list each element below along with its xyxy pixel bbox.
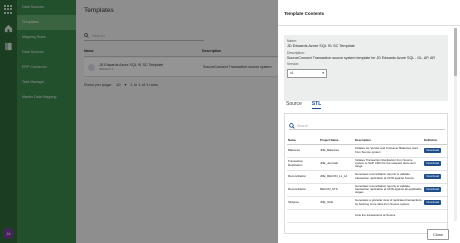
row-description: Generates a granular view of replicated … — [354, 196, 423, 210]
search-icon — [289, 122, 295, 129]
download-button[interactable]: Download — [424, 186, 442, 193]
row-project: RECON_STS — [319, 183, 354, 197]
col-definition: Definition — [423, 136, 447, 145]
col-description: Description — [354, 136, 423, 145]
download-button[interactable]: Download — [424, 147, 442, 154]
row-description: Generates reconciliation reports to vali… — [354, 170, 423, 184]
template-info-panel: Name: JD Edwards Azure SQL 91 SC Templat… — [284, 35, 448, 101]
row-name: Reconciliation — [287, 183, 319, 197]
tab-stl[interactable]: STL — [312, 101, 321, 109]
table-row: Lists the transactions at Source — [287, 209, 447, 223]
row-name: Balances — [287, 144, 319, 158]
version-label: Version: — [287, 61, 300, 66]
close-button[interactable]: Close — [427, 229, 449, 240]
table-row: Reconciliation RECON_STS Generates recon… — [287, 183, 447, 197]
version-select[interactable]: v1 ▾ — [287, 68, 327, 78]
row-project: JDE_Balances — [319, 144, 354, 158]
row-name: Transaction Replication — [287, 157, 319, 171]
tabs: Source STL — [286, 101, 321, 109]
row-description: Generates reconciliation reports to vali… — [354, 183, 423, 197]
contents-card: Search Name Project Name Description Def… — [284, 113, 448, 234]
download-button[interactable]: Download — [424, 160, 442, 167]
row-description: Lists the transactions at Source — [354, 209, 423, 223]
row-project: JDE_Journals — [319, 157, 354, 171]
description-value: SourceConnect Transaction source system … — [287, 56, 436, 60]
download-button[interactable]: Download — [424, 173, 442, 180]
name-value: JD Edwards Azure SQL 91 SC Template — [287, 44, 355, 48]
table-row: Balances JDE_Balances Initiates GL Vendo… — [287, 144, 447, 158]
search-placeholder: Search — [297, 123, 309, 128]
table-row: Slidpose JDE_SCE Generates a granular vi… — [287, 196, 447, 210]
row-name — [287, 209, 319, 223]
table-header-row: Name Project Name Description Definition — [287, 136, 447, 145]
scrollbar[interactable] — [454, 28, 457, 221]
download-button[interactable]: Download — [424, 199, 442, 206]
row-project: JDE_SCE — [319, 196, 354, 210]
row-project — [319, 209, 354, 223]
row-name: Slidpose — [287, 196, 319, 210]
table-row: Transaction Replication JDE_Journals Ini… — [287, 157, 447, 171]
tab-source[interactable]: Source — [286, 101, 302, 109]
table-row: Reconciliation JDE_RECON_L1_L2 Generates… — [287, 170, 447, 184]
contents-search-input[interactable]: Search — [289, 122, 445, 130]
scrollbar-thumb[interactable] — [454, 28, 457, 76]
template-contents-drawer: Template Contents Name: JD Edwards Azure… — [278, 0, 460, 243]
drawer-title: Template Contents — [284, 11, 325, 16]
row-description: Initiates Transaction Replication from S… — [354, 157, 423, 171]
col-name: Name — [287, 136, 319, 145]
divider — [278, 25, 460, 26]
chevron-down-icon: ▾ — [322, 71, 324, 75]
contents-table: Name Project Name Description Definition… — [287, 136, 447, 223]
row-name: Reconciliation — [287, 170, 319, 184]
row-action — [423, 209, 447, 223]
row-project: JDE_RECON_L1_L2 — [319, 170, 354, 184]
modal-backdrop[interactable] — [0, 0, 278, 243]
row-description: Initiates GL Vendor and Customer Balance… — [354, 144, 423, 158]
col-project-name: Project Name — [319, 136, 354, 145]
version-value: v1 — [290, 71, 294, 75]
